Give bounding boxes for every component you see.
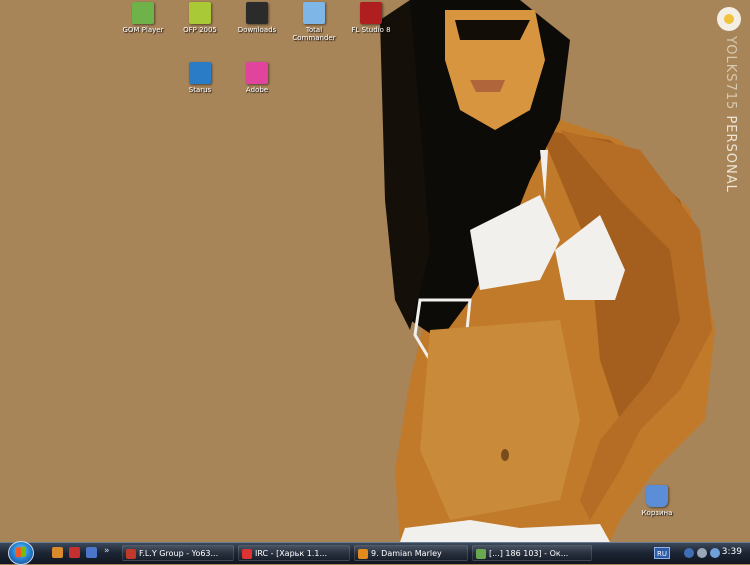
windows-start-orb-icon[interactable] <box>8 541 34 565</box>
desktop-icon-label: GOM Player <box>122 26 164 34</box>
desktop-icon-label: OFP 2005 <box>183 26 217 34</box>
taskbar-item-music-player[interactable]: 9. Damian Marley <box>354 545 468 561</box>
desktop-icon-label: FL Studio 8 <box>351 26 391 34</box>
desktop-icon-adobe[interactable]: Adobe <box>227 62 287 94</box>
clock[interactable]: 3:39 <box>722 547 742 557</box>
taskbar-item-fly-group[interactable]: F.L.Y Group - Yo63... <box>122 545 234 561</box>
brand-text-personal: PERSONAL <box>723 115 738 193</box>
fl-studio-icon <box>360 2 382 24</box>
quicklaunch-overflow-button[interactable]: » <box>104 546 110 556</box>
brand-text-yolk: YOLKS715 <box>723 36 738 111</box>
fly-group-icon <box>126 549 136 559</box>
system-tray: RU 3:39 <box>650 543 750 564</box>
taskbar-item-label: [...] 186 103] - Ок... <box>489 549 569 558</box>
taskbar: » F.L.Y Group - Yo63... IRC - [Харьк 1.1… <box>0 541 750 565</box>
network-icon[interactable] <box>710 548 720 558</box>
adobe-icon <box>246 62 268 84</box>
taskbar-item-label: IRC - [Харьк 1.1... <box>255 549 328 558</box>
downloads-icon <box>246 2 268 24</box>
desktop-icon-label: Total Commander <box>292 26 336 42</box>
network-window-icon <box>476 549 486 559</box>
taskbar-item-network-window[interactable]: [...] 186 103] - Ок... <box>472 545 592 561</box>
desktop[interactable]: GOM Player OFP 2005 Downloads Total Comm… <box>0 0 750 542</box>
desktop-icon-recycle-bin[interactable]: Корзина <box>627 485 687 517</box>
desktop-icon-total-commander[interactable]: Total Commander <box>284 2 344 42</box>
music-player-icon <box>358 549 368 559</box>
taskbar-item-label: F.L.Y Group - Yo63... <box>139 549 219 558</box>
brand-text: YOLKS715 PERSONAL <box>723 36 738 193</box>
desktop-icon-ofp-2005[interactable]: OFP 2005 <box>170 2 230 34</box>
desktop-icon-downloads[interactable]: Downloads <box>227 2 287 34</box>
recycle-bin-icon <box>646 485 668 507</box>
brand-watermark: YOLKS715 PERSONAL <box>716 6 744 193</box>
volume-icon[interactable] <box>697 548 707 558</box>
help-icon[interactable] <box>684 548 694 558</box>
desktop-icon-gom-player[interactable]: GOM Player <box>113 2 173 34</box>
wallpaper-image <box>0 0 750 542</box>
desktop-icon-label: Adobe <box>245 86 269 94</box>
quicklaunch-app-2-icon[interactable] <box>69 547 80 558</box>
irc-icon <box>242 549 252 559</box>
language-indicator[interactable]: RU <box>654 547 670 559</box>
starus-icon <box>189 62 211 84</box>
taskbar-item-label: 9. Damian Marley <box>371 549 442 558</box>
desktop-icon-label: Starus <box>188 86 212 94</box>
quicklaunch-app-3-icon[interactable] <box>86 547 97 558</box>
desktop-icon-label: Downloads <box>237 26 277 34</box>
yolks-logo-icon <box>717 7 741 31</box>
quicklaunch-app-1-icon[interactable] <box>52 547 63 558</box>
desktop-icon-fl-studio[interactable]: FL Studio 8 <box>341 2 401 34</box>
gom-player-icon <box>132 2 154 24</box>
taskbar-item-irc[interactable]: IRC - [Харьк 1.1... <box>238 545 350 561</box>
total-commander-icon <box>303 2 325 24</box>
desktop-icon-label: Корзина <box>641 509 673 517</box>
desktop-icon-starus[interactable]: Starus <box>170 62 230 94</box>
ofp-icon <box>189 2 211 24</box>
